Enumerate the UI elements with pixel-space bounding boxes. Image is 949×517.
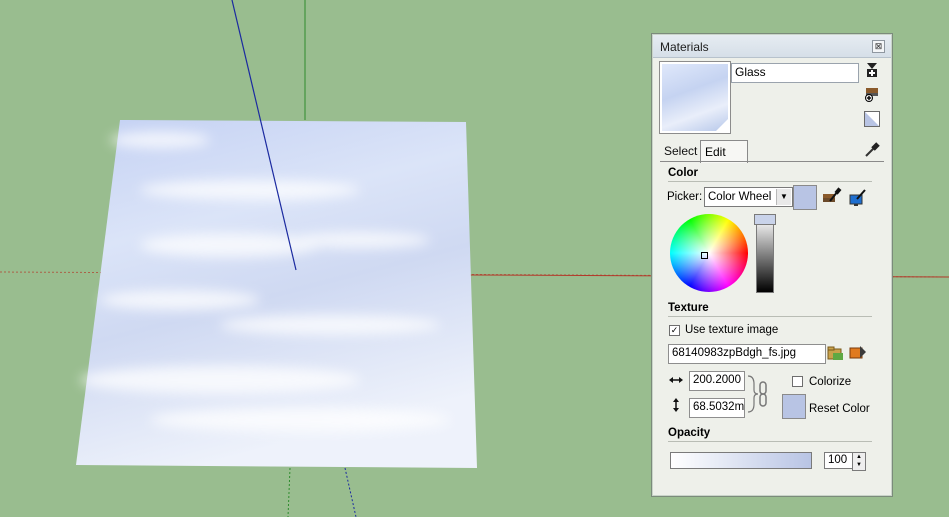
material-preview[interactable] <box>659 61 731 134</box>
opacity-slider[interactable] <box>670 452 812 469</box>
picker-dropdown-value: Color Wheel <box>708 191 772 203</box>
spin-down-icon[interactable]: ▼ <box>853 461 865 469</box>
texture-filename-field[interactable]: 68140983zpBdgh_fs.jpg <box>668 344 826 364</box>
panel-title: Materials <box>660 40 709 54</box>
use-texture-checkbox[interactable]: ✓ <box>669 325 680 336</box>
color-section-title: Color <box>668 167 699 179</box>
opacity-value-field[interactable]: 100 <box>824 452 855 469</box>
brightness-slider[interactable] <box>756 217 774 293</box>
match-color-in-model-icon[interactable] <box>822 187 842 207</box>
height-arrows-icon <box>673 398 679 412</box>
material-name-input[interactable]: Glass <box>731 63 859 83</box>
texture-section-title: Texture <box>668 302 709 314</box>
green-axis-lower <box>287 467 291 517</box>
edit-texture-icon[interactable] <box>848 344 868 362</box>
texture-height-field[interactable]: 68.5032m <box>689 398 745 418</box>
opacity-section-rule <box>668 441 872 442</box>
use-texture-label: Use texture image <box>685 324 779 336</box>
browse-folder-icon[interactable] <box>827 344 845 362</box>
create-material-icon[interactable] <box>864 62 880 78</box>
match-color-on-screen-icon[interactable] <box>848 187 868 207</box>
blue-axis-lower <box>344 467 357 517</box>
default-material-icon[interactable] <box>864 111 880 127</box>
reset-color-swatch[interactable] <box>782 394 806 419</box>
color-wheel-marker[interactable] <box>701 252 708 259</box>
panel-titlebar[interactable]: Materials ⊠ <box>653 35 891 58</box>
aspect-lock-chain-icon[interactable] <box>746 374 772 414</box>
color-section-rule <box>668 181 872 182</box>
color-wheel-fade <box>670 214 748 292</box>
tab-divider <box>660 161 884 162</box>
picker-label: Picker: <box>667 191 703 203</box>
brightness-slider-thumb[interactable] <box>754 214 776 225</box>
spin-up-icon[interactable]: ▲ <box>853 453 865 461</box>
colorize-label: Colorize <box>809 376 852 388</box>
model-materials-icon[interactable] <box>864 86 880 102</box>
color-wheel[interactable] <box>670 214 748 292</box>
texture-width-field[interactable]: 200.2000 <box>689 371 745 391</box>
color-swatch[interactable] <box>793 185 817 210</box>
colorize-checkbox[interactable] <box>792 376 803 387</box>
opacity-section-title: Opacity <box>668 427 711 439</box>
tab-select[interactable]: Select <box>660 140 701 160</box>
opacity-spinner[interactable]: ▲ ▼ <box>852 452 866 471</box>
texture-section-rule <box>668 316 872 317</box>
preview-corner-icon <box>716 119 728 131</box>
tab-edit[interactable]: Edit <box>700 140 748 163</box>
picker-dropdown[interactable]: Color Wheel ▼ <box>704 187 793 207</box>
materials-panel: Materials ⊠ Glass Select Edit Color Pick… <box>651 33 893 497</box>
width-arrows-icon <box>669 377 683 383</box>
close-icon[interactable]: ⊠ <box>872 40 885 53</box>
chevron-down-icon[interactable]: ▼ <box>776 189 791 205</box>
reset-color-label[interactable]: Reset Color <box>809 403 870 415</box>
eyedropper-icon[interactable] <box>864 142 880 158</box>
